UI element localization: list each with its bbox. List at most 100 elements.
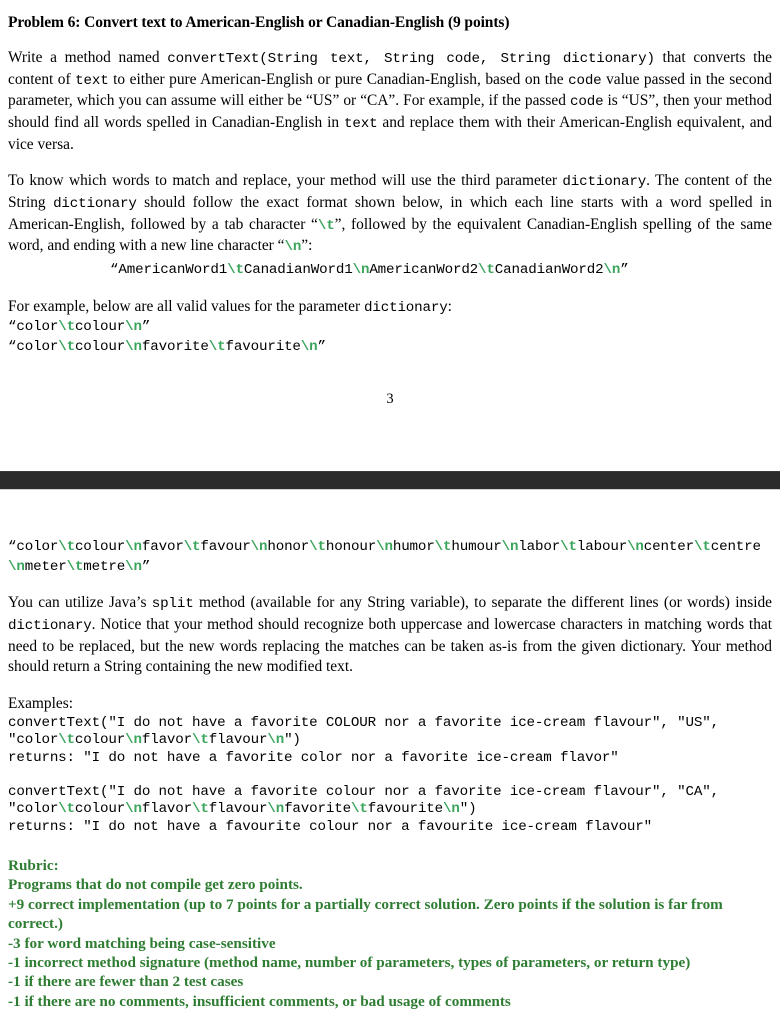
inline-code-escape-tab: \t — [317, 217, 335, 234]
inline-code-text: text — [344, 115, 378, 132]
escape-newline: \n — [603, 262, 621, 279]
american-word: humor — [392, 539, 435, 556]
rubric-item: -3 for word matching being case-sensitiv… — [8, 934, 276, 952]
code-fragment: colour — [74, 801, 126, 818]
code-fragment: favorite — [284, 801, 351, 818]
escape-newline: \n — [125, 801, 142, 818]
rubric-item: -1 incorrect method signature (method na… — [8, 953, 691, 971]
text-fragment: . Notice that your method should recogni… — [8, 616, 772, 676]
escape-tab: \t — [58, 319, 75, 336]
code-fragment: flavour — [208, 801, 268, 818]
examples-label: Examples: — [8, 695, 73, 713]
text-fragment: to either pure American-English or pure … — [108, 70, 569, 88]
text-fragment: Write a method named — [8, 48, 168, 66]
inline-code-dictionary: dictionary — [53, 196, 137, 213]
code-fragment: ") — [459, 801, 477, 818]
american-word: labor — [518, 539, 561, 556]
canadian-word: favourite — [225, 338, 301, 355]
example-spacer — [8, 767, 772, 784]
escape-tab: \t — [192, 801, 209, 818]
code-fragment: flavor — [141, 732, 193, 749]
escape-tab: \t — [478, 262, 495, 279]
paragraph-split-method: You can utilize Java’s split method (ava… — [8, 593, 772, 678]
escape-newline: \n — [443, 801, 460, 818]
escape-tab: \t — [183, 539, 201, 556]
inline-code-signature: convertText(String text, String code, St… — [167, 50, 655, 67]
close-quote: ” — [141, 319, 151, 336]
code-fragment: favourite — [367, 801, 443, 818]
rubric-section: Rubric: Programs that do not compile get… — [8, 856, 772, 1011]
escape-newline: \n — [125, 338, 142, 355]
inline-code-code: code — [569, 94, 604, 111]
text-fragment: : — [447, 297, 452, 315]
long-dictionary-example: “color\tcolour\nfavor\tfavour\nhonor\tho… — [8, 538, 772, 577]
canadian-word: colour — [74, 539, 126, 556]
escape-newline: \n — [125, 319, 142, 336]
escape-newline: \n — [300, 338, 318, 355]
american-word: honor — [267, 539, 310, 556]
inline-code-dictionary: dictionary — [8, 618, 92, 635]
escape-tab: \t — [66, 558, 84, 575]
escape-tab: \t — [192, 732, 209, 749]
code-fragment: colour — [74, 732, 126, 749]
escape-newline: \n — [125, 732, 142, 749]
escape-newline: \n — [627, 539, 644, 556]
american-word: meter — [24, 558, 67, 575]
code-fragment: flavour — [208, 732, 268, 749]
inline-code-dictionary: dictionary — [562, 174, 647, 191]
escape-newline: \n — [267, 801, 285, 818]
inline-code-text: text — [75, 72, 109, 89]
text-fragment: For example, below are all valid values … — [8, 297, 364, 315]
escape-tab: \t — [560, 539, 577, 556]
text-fragment: To know which words to match and replace… — [8, 172, 563, 190]
escape-tab: \t — [58, 801, 75, 818]
escape-tab: \t — [58, 539, 75, 556]
american-word: favorite — [141, 338, 209, 355]
page-number: 3 — [386, 391, 394, 408]
escape-tab: \t — [693, 539, 711, 556]
canadian-word: colour — [74, 319, 126, 336]
canadian-word: CanadianWord2 — [494, 262, 604, 279]
code-fragment: ") — [284, 732, 301, 749]
document-page-two: “color\tcolour\nfavor\tfavour\nhonor\tho… — [0, 490, 780, 1011]
american-word: center — [643, 539, 694, 556]
dictionary-pairs: color\tcolour\nfavor\tfavour\nhonor\thon… — [8, 539, 761, 575]
document-page-one: Problem 6: Convert text to American-Engl… — [0, 0, 780, 408]
paragraph-valid-values: For example, below are all valid values … — [8, 297, 772, 319]
inline-code-split: split — [151, 596, 194, 613]
page-separator — [0, 471, 780, 491]
canadian-word: centre — [710, 539, 761, 556]
text-fragment: method (available for any String variabl… — [193, 594, 772, 612]
inline-code-dictionary: dictionary — [363, 299, 448, 316]
escape-newline: \n — [267, 732, 285, 749]
text-fragment: You can utilize Java’s — [8, 594, 152, 612]
escape-newline: \n — [501, 539, 519, 556]
escape-newline: \n — [125, 539, 142, 556]
american-word: AmericanWord1 — [118, 262, 228, 279]
canadian-word: CanadianWord1 — [243, 262, 353, 279]
escape-tab: \t — [350, 801, 368, 818]
canadian-word: colour — [74, 338, 126, 355]
inline-code-code: code — [568, 72, 602, 89]
rubric-item: Programs that do not compile get zero po… — [8, 876, 303, 894]
rubric-item: +9 correct implementation (up to 7 point… — [8, 895, 723, 933]
rubric-item: -1 if there are fewer than 2 test cases — [8, 973, 244, 991]
page-title: Problem 6: Convert text to American-Engl… — [8, 14, 510, 31]
escape-tab: \t — [434, 539, 452, 556]
rubric-item: -1 if there are no comments, insufficien… — [8, 992, 511, 1010]
example-two-returns: returns: "I do not have a favourite colo… — [8, 818, 653, 835]
american-word: color — [16, 539, 59, 556]
example-one-call: convertText("I do not have a favorite CO… — [8, 715, 772, 750]
paragraph-method-description: Write a method named convertText(String … — [8, 48, 772, 156]
canadian-word: humour — [451, 539, 502, 556]
dictionary-format-sample: “AmericanWord1\tCanadianWord1\nAmericanW… — [8, 261, 772, 281]
rubric-heading: Rubric: — [8, 856, 59, 874]
example-one-returns: returns: "I do not have a favorite color… — [8, 749, 619, 766]
rubric-items-list: Programs that do not compile get zero po… — [8, 875, 772, 1011]
escape-newline: \n — [376, 539, 393, 556]
code-fragment: flavor — [141, 801, 193, 818]
american-word: AmericanWord2 — [369, 262, 479, 279]
close-quote: ” — [620, 262, 629, 279]
example-two-call: convertText("I do not have a favorite co… — [8, 784, 772, 819]
escape-tab: \t — [309, 539, 326, 556]
